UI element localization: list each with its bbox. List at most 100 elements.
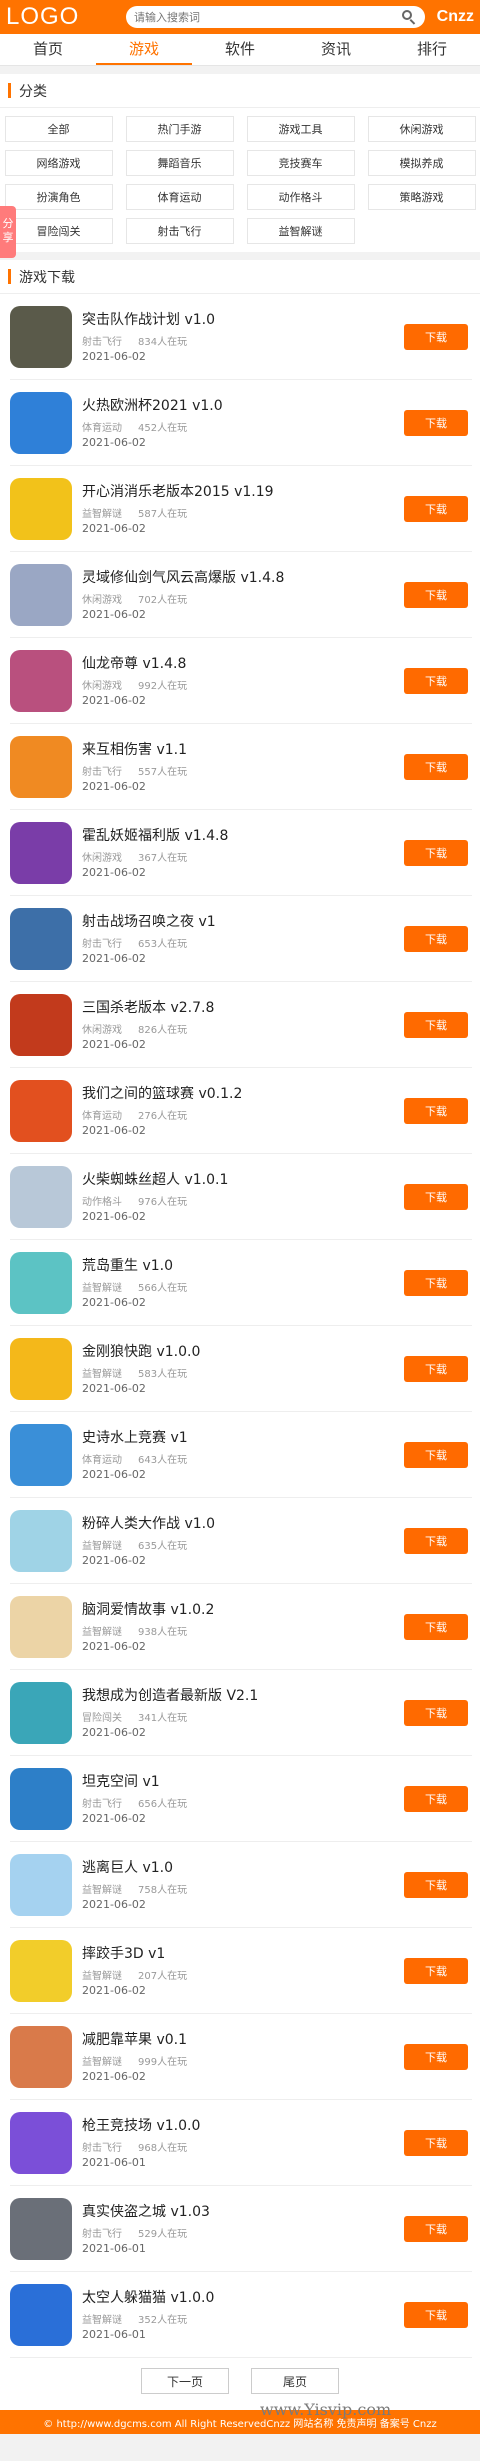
game-icon[interactable]	[10, 1767, 72, 1830]
category-item[interactable]: 游戏工具	[246, 116, 355, 142]
category-item[interactable]: 竞技赛车	[246, 150, 355, 176]
share-tab[interactable]: 分享	[0, 206, 16, 258]
game-row[interactable]: 史诗水上竞赛 v1 体育运动 643人在玩 2021-06-02 下载	[10, 1412, 472, 1498]
site-logo[interactable]: LOGO	[6, 3, 122, 31]
game-icon[interactable]	[10, 1251, 72, 1314]
game-row[interactable]: 火热欧洲杯2021 v1.0 体育运动 452人在玩 2021-06-02 下载	[10, 380, 472, 466]
game-row[interactable]: 射击战场召唤之夜 v1 射击飞行 653人在玩 2021-06-02 下载	[10, 896, 472, 982]
game-title[interactable]: 射击战场召唤之夜 v1	[82, 912, 404, 932]
category-item[interactable]: 网络游戏	[4, 150, 113, 176]
game-title[interactable]: 太空人躲猫猫 v1.0.0	[82, 2288, 404, 2308]
game-icon[interactable]	[10, 1939, 72, 2002]
category-item[interactable]: 益智解谜	[246, 218, 355, 244]
game-row[interactable]: 真实侠盗之城 v1.03 射击飞行 529人在玩 2021-06-01 下载	[10, 2186, 472, 2272]
game-row[interactable]: 开心消消乐老版本2015 v1.19 益智解谜 587人在玩 2021-06-02 下载	[10, 466, 472, 552]
game-title[interactable]: 减肥靠苹果 v0.1	[82, 2030, 404, 2050]
download-button[interactable]: 下载	[404, 1269, 468, 1296]
nav-ranking[interactable]: 排行	[384, 34, 480, 65]
game-icon[interactable]	[10, 821, 72, 884]
game-row[interactable]: 我想成为创造者最新版 V2.1 冒险闯关 341人在玩 2021-06-02 下载	[10, 1670, 472, 1756]
game-icon[interactable]	[10, 649, 72, 712]
search-box[interactable]	[126, 6, 425, 28]
game-title[interactable]: 来互相伤害 v1.1	[82, 740, 404, 760]
download-button[interactable]: 下载	[404, 1871, 468, 1898]
category-item[interactable]: 体育运动	[125, 184, 234, 210]
download-button[interactable]: 下载	[404, 1613, 468, 1640]
game-icon[interactable]	[10, 1423, 72, 1486]
game-title[interactable]: 开心消消乐老版本2015 v1.19	[82, 482, 404, 502]
game-row[interactable]: 粉碎人类大作战 v1.0 益智解谜 635人在玩 2021-06-02 下载	[10, 1498, 472, 1584]
game-icon[interactable]	[10, 1337, 72, 1400]
download-button[interactable]: 下载	[404, 1699, 468, 1726]
download-button[interactable]: 下载	[404, 839, 468, 866]
game-row[interactable]: 突击队作战计划 v1.0 射击飞行 834人在玩 2021-06-02 下载	[10, 294, 472, 380]
game-title[interactable]: 火热欧洲杯2021 v1.0	[82, 396, 404, 416]
game-title[interactable]: 脑洞爱情故事 v1.0.2	[82, 1600, 404, 1620]
game-title[interactable]: 我们之间的篮球赛 v0.1.2	[82, 1084, 404, 1104]
download-button[interactable]: 下载	[404, 1183, 468, 1210]
download-button[interactable]: 下载	[404, 667, 468, 694]
nav-software[interactable]: 软件	[192, 34, 288, 65]
last-page-button[interactable]: 尾页	[251, 2368, 339, 2394]
game-row[interactable]: 枪王竞技场 v1.0.0 射击飞行 968人在玩 2021-06-01 下载	[10, 2100, 472, 2186]
game-icon[interactable]	[10, 2025, 72, 2088]
game-row[interactable]: 减肥靠苹果 v0.1 益智解谜 999人在玩 2021-06-02 下载	[10, 2014, 472, 2100]
game-row[interactable]: 霍乱妖姬福利版 v1.4.8 休闲游戏 367人在玩 2021-06-02 下载	[10, 810, 472, 896]
game-row[interactable]: 三国杀老版本 v2.7.8 休闲游戏 826人在玩 2021-06-02 下载	[10, 982, 472, 1068]
game-icon[interactable]	[10, 1853, 72, 1916]
download-button[interactable]: 下载	[404, 1957, 468, 1984]
game-title[interactable]: 坦克空间 v1	[82, 1772, 404, 1792]
game-row[interactable]: 灵域修仙剑气风云高爆版 v1.4.8 休闲游戏 702人在玩 2021-06-02 下载	[10, 552, 472, 638]
game-row[interactable]: 摔跤手3D v1 益智解谜 207人在玩 2021-06-02 下载	[10, 1928, 472, 2014]
game-title[interactable]: 荒岛重生 v1.0	[82, 1256, 404, 1276]
download-button[interactable]: 下载	[404, 1097, 468, 1124]
game-row[interactable]: 坦克空间 v1 射击飞行 656人在玩 2021-06-02 下载	[10, 1756, 472, 1842]
game-title[interactable]: 枪王竞技场 v1.0.0	[82, 2116, 404, 2136]
game-icon[interactable]	[10, 1165, 72, 1228]
game-icon[interactable]	[10, 1595, 72, 1658]
game-row[interactable]: 来互相伤害 v1.1 射击飞行 557人在玩 2021-06-02 下载	[10, 724, 472, 810]
category-item[interactable]: 热门手游	[125, 116, 234, 142]
download-button[interactable]: 下载	[404, 581, 468, 608]
category-item[interactable]: 射击飞行	[125, 218, 234, 244]
game-row[interactable]: 仙龙帝尊 v1.4.8 休闲游戏 992人在玩 2021-06-02 下载	[10, 638, 472, 724]
game-icon[interactable]	[10, 993, 72, 1056]
category-item[interactable]: 策略游戏	[367, 184, 476, 210]
game-row[interactable]: 我们之间的篮球赛 v0.1.2 体育运动 276人在玩 2021-06-02 下载	[10, 1068, 472, 1154]
search-input[interactable]	[134, 10, 401, 24]
brand-label[interactable]: Cnzz	[437, 8, 474, 26]
game-icon[interactable]	[10, 2197, 72, 2260]
game-title[interactable]: 突击队作战计划 v1.0	[82, 310, 404, 330]
download-button[interactable]: 下载	[404, 1011, 468, 1038]
game-icon[interactable]	[10, 735, 72, 798]
download-button[interactable]: 下载	[404, 323, 468, 350]
category-item[interactable]: 休闲游戏	[367, 116, 476, 142]
game-icon[interactable]	[10, 907, 72, 970]
game-title[interactable]: 我想成为创造者最新版 V2.1	[82, 1686, 404, 1706]
download-button[interactable]: 下载	[404, 2129, 468, 2156]
download-button[interactable]: 下载	[404, 1355, 468, 1382]
game-title[interactable]: 摔跤手3D v1	[82, 1944, 404, 1964]
game-icon[interactable]	[10, 1509, 72, 1572]
category-item[interactable]: 动作格斗	[246, 184, 355, 210]
game-title[interactable]: 火柴蜘蛛丝超人 v1.0.1	[82, 1170, 404, 1190]
game-title[interactable]: 粉碎人类大作战 v1.0	[82, 1514, 404, 1534]
download-button[interactable]: 下载	[404, 925, 468, 952]
game-icon[interactable]	[10, 2283, 72, 2346]
download-button[interactable]: 下载	[404, 2301, 468, 2328]
game-icon[interactable]	[10, 477, 72, 540]
game-icon[interactable]	[10, 305, 72, 368]
download-button[interactable]: 下载	[404, 495, 468, 522]
next-page-button[interactable]: 下一页	[141, 2368, 229, 2394]
category-item[interactable]: 扮演角色	[4, 184, 113, 210]
game-icon[interactable]	[10, 1079, 72, 1142]
download-button[interactable]: 下载	[404, 409, 468, 436]
game-row[interactable]: 太空人躲猫猫 v1.0.0 益智解谜 352人在玩 2021-06-01 下载	[10, 2272, 472, 2358]
game-icon[interactable]	[10, 1681, 72, 1744]
game-title[interactable]: 灵域修仙剑气风云高爆版 v1.4.8	[82, 568, 404, 588]
category-item[interactable]: 模拟养成	[367, 150, 476, 176]
download-button[interactable]: 下载	[404, 1527, 468, 1554]
game-icon[interactable]	[10, 563, 72, 626]
game-icon[interactable]	[10, 2111, 72, 2174]
nav-home[interactable]: 首页	[0, 34, 96, 65]
